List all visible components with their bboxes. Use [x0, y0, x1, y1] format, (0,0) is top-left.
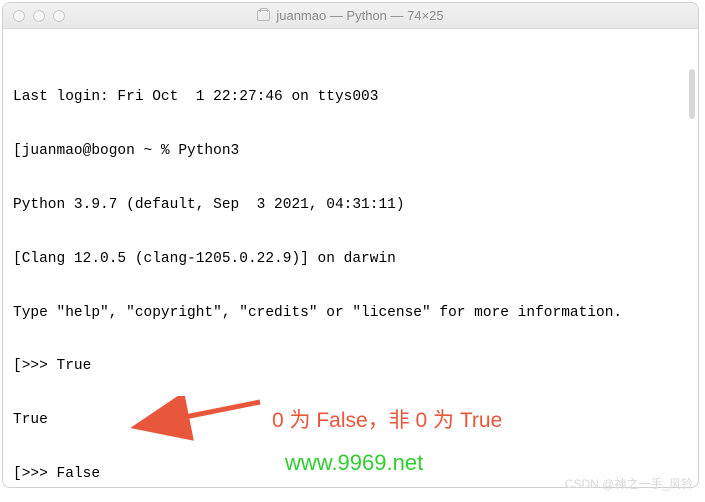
annotation-text: 0 为 False，非 0 为 True: [272, 404, 502, 434]
scrollbar[interactable]: [689, 69, 695, 119]
watermark-website: www.9969.net: [285, 450, 423, 476]
watermark-csdn: CSDN @神之一手_风铃: [565, 475, 693, 492]
close-icon[interactable]: [13, 10, 25, 22]
titlebar: juanmao — Python — 74×25: [3, 3, 698, 29]
maximize-icon[interactable]: [53, 10, 65, 22]
folder-icon: [257, 10, 270, 21]
traffic-lights: [13, 10, 65, 22]
terminal-line: [juanmao@bogon ~ % Python3: [13, 143, 688, 161]
terminal-line: [Clang 12.0.5 (clang-1205.0.22.9)] on da…: [13, 251, 688, 269]
minimize-icon[interactable]: [33, 10, 45, 22]
terminal-line: Last login: Fri Oct 1 22:27:46 on ttys00…: [13, 89, 688, 107]
window-title: juanmao — Python — 74×25: [276, 8, 443, 23]
terminal-line: [>>> True: [13, 358, 688, 376]
terminal-line: Type "help", "copyright", "credits" or "…: [13, 305, 688, 323]
terminal-line: Python 3.9.7 (default, Sep 3 2021, 04:31…: [13, 197, 688, 215]
